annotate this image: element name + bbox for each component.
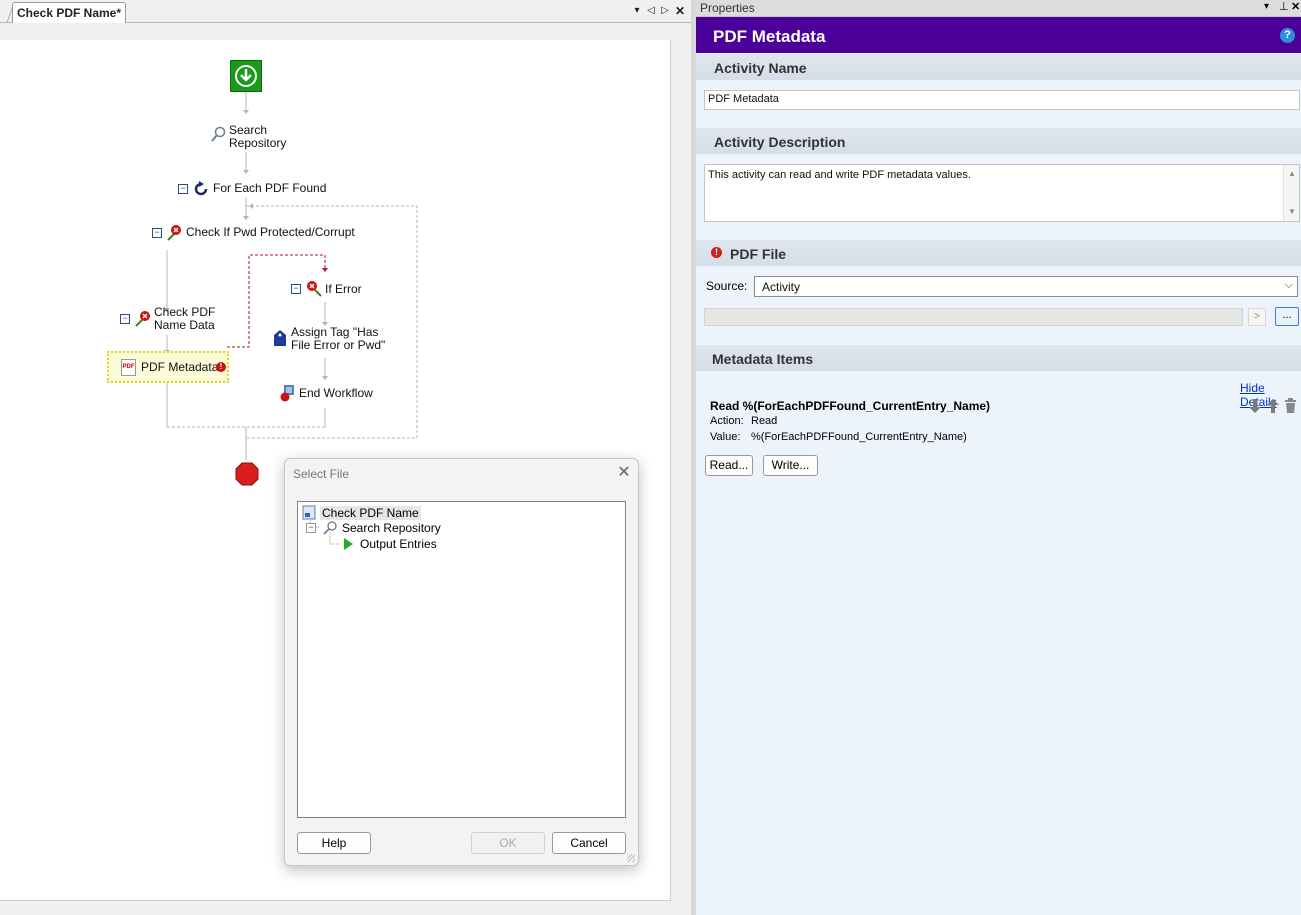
- pdf-file-heading: PDF File: [730, 246, 787, 262]
- collapse-search-repository-toggle[interactable]: −: [306, 523, 316, 533]
- activity-name-section-header: Activity Name: [696, 54, 1301, 80]
- tab-scroll-right-icon[interactable]: ▷: [658, 3, 672, 19]
- metadata-item-title[interactable]: Read %(ForEachPDFFound_CurrentEntry_Name…: [710, 399, 990, 413]
- error-branch-icon: [307, 281, 322, 297]
- pin-icon[interactable]: ⊥: [1279, 0, 1289, 13]
- workflow-file-icon: [302, 505, 316, 520]
- error-check-icon: [167, 225, 181, 241]
- end-workflow-icon: [280, 385, 294, 402]
- search-repository-label: Search Repository: [229, 123, 287, 150]
- error-check-icon: [135, 311, 150, 327]
- pdf-metadata-node-selected[interactable]: PDF PDF Metadata !: [107, 351, 229, 383]
- activity-description-value: This activity can read and write PDF met…: [708, 169, 971, 181]
- tab-scroll-left-icon[interactable]: ◁: [644, 3, 658, 19]
- scroll-down-icon[interactable]: ▼: [1288, 207, 1296, 216]
- scroll-up-icon[interactable]: ▲: [1288, 169, 1296, 178]
- loop-icon: [194, 181, 208, 196]
- browse-button[interactable]: ...: [1275, 307, 1299, 326]
- close-tab-icon[interactable]: ✕: [673, 3, 687, 19]
- dialog-title: Select File: [293, 467, 350, 481]
- select-file-dialog: Select File ✕ Check PDF Name − Search Re…: [284, 458, 639, 866]
- activity-name-value: PDF Metadata: [708, 93, 779, 105]
- stop-node-icon[interactable]: [235, 462, 259, 486]
- for-each-label: For Each PDF Found: [213, 181, 327, 195]
- metadata-items-heading: Metadata Items: [712, 351, 814, 367]
- activity-header-title: PDF Metadata: [713, 27, 826, 46]
- metadata-value-label: Value:: [710, 431, 741, 443]
- tag-icon: [274, 330, 286, 346]
- required-error-icon: !: [711, 247, 722, 258]
- activity-name-heading: Activity Name: [714, 60, 807, 76]
- collapse-check-pwd-toggle[interactable]: −: [152, 228, 162, 238]
- document-tab-check-pdf-name[interactable]: Check PDF Name*: [12, 2, 126, 23]
- assign-tag-label: Assign Tag "Has File Error or Pwd": [291, 325, 386, 352]
- play-arrow-icon: [344, 538, 353, 550]
- properties-header: Properties ▾ ⊥ ✕: [696, 0, 1301, 17]
- metadata-value-value: %(ForEachPDFFound_CurrentEntry_Name): [751, 431, 967, 443]
- read-button[interactable]: Read...: [705, 455, 753, 476]
- close-properties-icon[interactable]: ✕: [1291, 0, 1300, 13]
- tree-label-root: Check PDF Name: [320, 506, 421, 520]
- close-icon[interactable]: ✕: [615, 464, 633, 482]
- document-tab-strip: Check PDF Name* ▾ ◁ ▷ ✕: [0, 0, 691, 23]
- magnifier-icon: [211, 126, 226, 142]
- activity-description-heading: Activity Description: [714, 134, 846, 150]
- check-pdf-name-data-label: Check PDF Name Data: [154, 305, 216, 332]
- metadata-action-label: Action:: [710, 415, 744, 427]
- insert-token-button[interactable]: >: [1248, 308, 1266, 326]
- description-scrollbar[interactable]: ▲ ▼: [1283, 165, 1299, 221]
- cancel-button[interactable]: Cancel: [552, 832, 626, 854]
- collapse-if-error-toggle[interactable]: −: [291, 284, 301, 294]
- activity-name-input[interactable]: PDF Metadata: [704, 90, 1300, 110]
- file-tree[interactable]: Check PDF Name − Search Repository Outpu…: [297, 501, 626, 818]
- properties-pane: Properties ▾ ⊥ ✕ PDF Metadata ? Activity…: [696, 0, 1301, 915]
- ok-button[interactable]: OK: [471, 832, 545, 854]
- chevron-down-icon: ⌵: [1284, 279, 1293, 291]
- pdf-metadata-label: PDF Metadata: [141, 360, 219, 374]
- metadata-action-value: Read: [751, 415, 778, 427]
- write-button[interactable]: Write...: [763, 455, 818, 476]
- move-down-icon[interactable]: [1248, 398, 1262, 414]
- tree-label-output-entries: Output Entries: [360, 537, 437, 551]
- activity-description-textarea[interactable]: This activity can read and write PDF met…: [704, 164, 1300, 222]
- pdf-file-icon: PDF: [121, 359, 136, 376]
- magnifier-icon: [323, 521, 337, 535]
- properties-dropdown-icon[interactable]: ▾: [1264, 1, 1269, 12]
- help-button[interactable]: Help: [297, 832, 371, 854]
- start-node-icon[interactable]: [230, 60, 262, 92]
- if-error-label: If Error: [325, 282, 362, 296]
- tab-list-dropdown-icon[interactable]: ▾: [630, 3, 644, 19]
- properties-title: Properties: [700, 1, 755, 15]
- source-select[interactable]: Activity ⌵: [754, 276, 1298, 297]
- pdf-file-path-field[interactable]: [704, 308, 1243, 326]
- error-badge-icon: !: [216, 362, 226, 372]
- delete-trash-icon[interactable]: [1284, 398, 1297, 414]
- move-up-icon[interactable]: [1266, 398, 1280, 414]
- source-label: Source:: [706, 279, 748, 293]
- source-select-value: Activity: [762, 280, 801, 294]
- check-pwd-label: Check If Pwd Protected/Corrupt: [186, 225, 355, 239]
- help-icon[interactable]: ?: [1280, 28, 1295, 43]
- activity-header-bar: PDF Metadata ?: [696, 17, 1301, 53]
- metadata-items-section-header: Metadata Items: [696, 345, 1301, 371]
- pdf-file-section-header: ! PDF File: [696, 240, 1301, 266]
- tree-label-search-repository: Search Repository: [342, 521, 441, 535]
- activity-description-section-header: Activity Description: [696, 128, 1301, 154]
- end-workflow-label: End Workflow: [299, 386, 373, 400]
- collapse-check-pdf-name-data-toggle[interactable]: −: [120, 314, 130, 324]
- collapse-for-each-toggle[interactable]: −: [178, 184, 188, 194]
- resize-grip-icon[interactable]: [627, 854, 635, 862]
- down-arrow-circle-icon: [235, 65, 257, 87]
